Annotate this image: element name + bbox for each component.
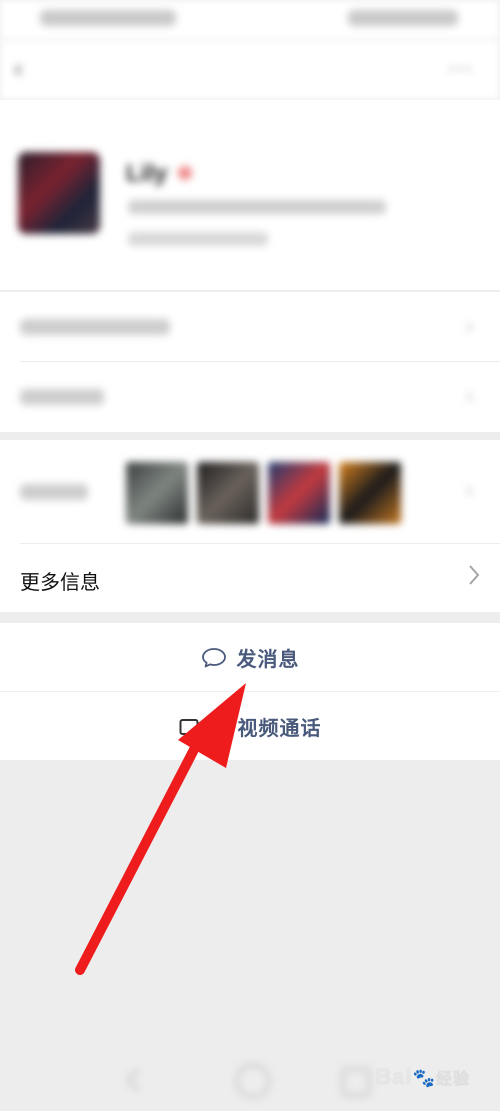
remark-row[interactable]: › <box>0 292 500 362</box>
send-message-button[interactable]: 发消息 <box>0 623 500 691</box>
avatar[interactable] <box>18 152 100 234</box>
remark-label <box>20 319 170 335</box>
nav-bar: ‹ ··· <box>0 40 500 100</box>
moments-thumbnail <box>339 462 401 524</box>
system-back-icon[interactable] <box>126 1068 150 1092</box>
chevron-right-icon: › <box>466 477 474 502</box>
system-home-icon[interactable] <box>236 1064 270 1098</box>
profile-region <box>128 232 268 246</box>
profile-id <box>128 200 386 214</box>
system-recent-icon[interactable] <box>342 1068 370 1096</box>
chevron-right-icon: › <box>466 313 474 338</box>
friend-permission-label <box>20 389 104 405</box>
more-info-row[interactable]: 更多信息 <box>0 544 500 612</box>
moments-thumbnail <box>268 462 330 524</box>
moments-thumbnail <box>197 462 259 524</box>
moments-thumbnail <box>126 462 188 524</box>
chevron-right-icon <box>468 564 480 592</box>
video-call-label: 音视频通话 <box>216 718 322 740</box>
friend-permission-row[interactable]: › <box>0 362 500 432</box>
profile-header: Lily <box>0 100 500 290</box>
profile-nickname: Lily <box>126 160 168 187</box>
chat-bubble-icon <box>201 647 227 669</box>
baidu-watermark: Bai🐾经验 <box>375 1064 470 1089</box>
status-bar <box>0 0 500 40</box>
video-call-button[interactable]: 音视频通话 <box>0 692 500 760</box>
watermark-brand: Bai <box>375 1064 413 1089</box>
video-camera-icon <box>179 717 207 737</box>
send-message-label: 发消息 <box>236 649 300 671</box>
gender-icon <box>178 166 192 180</box>
moments-label <box>20 484 88 500</box>
status-carrier-info <box>40 10 176 26</box>
watermark-suffix: 经验 <box>435 1071 470 1088</box>
more-info-label: 更多信息 <box>20 572 100 594</box>
back-arrow-icon[interactable]: ‹ <box>14 55 38 81</box>
status-battery-info <box>348 10 458 26</box>
more-dots-icon[interactable]: ··· <box>448 57 478 79</box>
chevron-right-icon: › <box>466 383 474 408</box>
moments-row[interactable]: › <box>0 440 500 544</box>
